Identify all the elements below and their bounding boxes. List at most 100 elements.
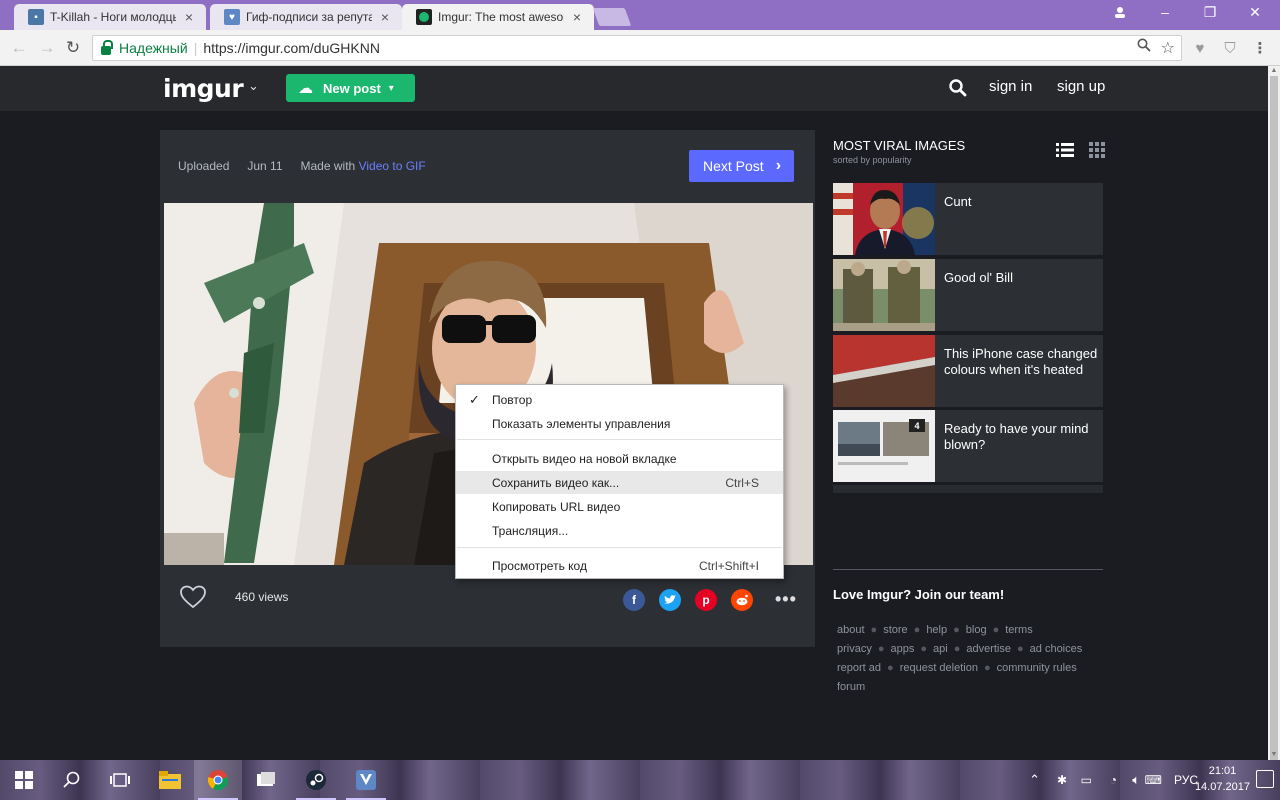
search-icon[interactable] (48, 760, 96, 800)
scroll-down-icon[interactable]: ▼ (1268, 750, 1280, 760)
image-count-badge: 4 (909, 419, 925, 432)
context-item-cast[interactable]: Трансляция... (456, 519, 783, 542)
chevron-up-icon[interactable]: ⌃ (1029, 772, 1040, 788)
omnibox-separator: | (193, 40, 198, 56)
video-to-gif-link[interactable]: Video to GIF (359, 159, 426, 173)
footer-link-community-rules[interactable]: community rules (997, 662, 1077, 674)
user-profile-icon[interactable] (1102, 0, 1138, 24)
page-scrollbar[interactable]: ▲ ▼ (1268, 66, 1280, 766)
viral-card[interactable]: 4 Ready to have your mind blown? (833, 410, 1103, 482)
footer-link-privacy[interactable]: privacy (837, 643, 872, 655)
footer-separator: ● (920, 643, 928, 655)
browser-tab-gif-signatures[interactable]: ♥ Гиф-подписи за репутацию × (210, 4, 402, 30)
bookmark-star-icon[interactable]: ☆ (1161, 38, 1175, 58)
chat-icon: ▪ (28, 9, 44, 25)
scrollbar-thumb[interactable] (1270, 76, 1278, 766)
browser-toolbar: ← → ↻ Надежный | https://imgur.com/duGHK… (0, 30, 1280, 66)
extension-icon[interactable]: ♥ (1190, 38, 1210, 58)
made-with-label: Made with (300, 159, 356, 173)
context-item-inspect[interactable]: Просмотреть код Ctrl+Shift+I (456, 554, 783, 577)
context-item-label: Трансляция... (492, 523, 569, 538)
next-post-button[interactable]: Next Post › (689, 150, 794, 182)
browser-tab-imgur[interactable]: Imgur: The most awesome images on the In… (402, 4, 594, 30)
scroll-up-icon[interactable]: ▲ (1268, 66, 1280, 76)
heart-icon[interactable] (180, 585, 206, 609)
tab-close-icon[interactable]: × (378, 9, 392, 25)
sign-up-link[interactable]: sign up (1057, 78, 1105, 95)
menu-icon[interactable]: ⋮ (1250, 38, 1270, 58)
footer-link-ad-choices[interactable]: ad choices (1030, 643, 1083, 655)
context-item-show-controls[interactable]: Показать элементы управления (456, 412, 783, 435)
forward-icon[interactable]: → (36, 37, 58, 59)
extension-shield-icon[interactable]: ⛉ (1220, 38, 1240, 58)
context-item-label: Показать элементы управления (492, 416, 671, 431)
browser-tab-tkillah[interactable]: ▪ T-Killah - Ноги молодцы × (14, 4, 206, 30)
keyboard-icon[interactable]: ⌨︎ (1145, 773, 1162, 787)
file-explorer-icon[interactable] (146, 760, 194, 800)
viral-thumbnail: 4 (833, 410, 935, 482)
close-window-icon[interactable]: ✕ (1235, 0, 1275, 24)
sign-in-link[interactable]: sign in (989, 78, 1032, 95)
steam-icon[interactable] (292, 760, 340, 800)
context-item-loop[interactable]: ✓ Повтор (456, 388, 783, 411)
footer-link-store[interactable]: store (883, 624, 907, 636)
more-options-icon[interactable]: ••• (775, 589, 797, 610)
grid-view-icon[interactable] (1089, 142, 1105, 158)
chevron-down-icon[interactable]: ⌄ (248, 78, 259, 94)
app-icon[interactable] (242, 760, 290, 800)
network-icon[interactable]: ◔ (1110, 773, 1117, 787)
context-item-shortcut: Ctrl+S (725, 475, 759, 490)
new-tab-button[interactable] (592, 8, 632, 26)
next-post-label: Next Post (703, 158, 764, 174)
footer-link-help[interactable]: help (926, 624, 947, 636)
sidebar-subtitle: sorted by popularity (833, 155, 912, 165)
viral-card[interactable]: Good ol' Bill (833, 259, 1103, 331)
footer-link-request-deletion[interactable]: request deletion (900, 662, 978, 674)
footer-link-apps[interactable]: apps (891, 643, 915, 655)
list-view-icon[interactable] (1056, 142, 1074, 158)
chrome-icon[interactable] (194, 760, 242, 800)
context-item-copy-video-url[interactable]: Копировать URL видео (456, 495, 783, 518)
windows-start-icon[interactable] (0, 760, 48, 800)
system-clock[interactable]: 21:01 14.07.2017 (1195, 763, 1250, 795)
context-item-save-video-as[interactable]: Сохранить видео как... Ctrl+S (456, 471, 783, 494)
footer-separator: ● (913, 624, 921, 636)
join-team-link[interactable]: Love Imgur? Join our team! (833, 587, 1004, 602)
footer-link-forum[interactable]: forum (837, 681, 865, 693)
volume-icon[interactable]: 🔈︎ (1132, 772, 1140, 788)
pinterest-share-icon[interactable]: p (695, 589, 717, 611)
back-icon[interactable]: ← (8, 37, 30, 59)
footer-link-advertise[interactable]: advertise (966, 643, 1011, 655)
address-bar[interactable]: Надежный | https://imgur.com/duGHKNN ☆ (92, 35, 1182, 61)
footer-link-api[interactable]: api (933, 643, 948, 655)
search-icon[interactable] (948, 78, 970, 100)
task-view-icon[interactable] (96, 760, 144, 800)
new-post-button[interactable]: ☁ New post ▾ (286, 74, 415, 102)
bluetooth-icon[interactable]: ✱ (1057, 773, 1067, 787)
footer-link-blog[interactable]: blog (966, 624, 987, 636)
footer-link-report-ad[interactable]: report ad (837, 662, 881, 674)
twitter-share-icon[interactable] (659, 589, 681, 611)
facebook-share-icon[interactable]: f (623, 589, 645, 611)
footer-separator: ● (992, 624, 1000, 636)
viral-card[interactable]: This iPhone case changed colours when it… (833, 335, 1103, 407)
minimize-icon[interactable]: – (1145, 0, 1185, 24)
battery-icon[interactable]: ▭ (1081, 773, 1092, 787)
viral-card-title: This iPhone case changed colours when it… (944, 346, 1098, 377)
restore-icon[interactable]: ❐ (1190, 0, 1230, 24)
viral-card[interactable]: Cunt (833, 183, 1103, 255)
footer-link-terms[interactable]: terms (1005, 624, 1033, 636)
imgur-logo[interactable]: imgur (163, 74, 244, 103)
context-item-open-video-new-tab[interactable]: Открыть видео на новой вкладке (456, 447, 783, 470)
tab-close-icon[interactable]: × (570, 9, 584, 25)
made-with: Made with Video to GIF (301, 159, 426, 173)
shield-app-icon[interactable] (342, 760, 390, 800)
context-item-label: Открыть видео на новой вкладке (492, 451, 677, 466)
reload-icon[interactable]: ↻ (62, 37, 84, 59)
zoom-icon[interactable] (1137, 38, 1151, 58)
footer-link-about[interactable]: about (837, 624, 865, 636)
reddit-share-icon[interactable] (731, 589, 753, 611)
tab-close-icon[interactable]: × (182, 9, 196, 25)
footer-separator: ● (953, 643, 961, 655)
notifications-icon[interactable] (1256, 770, 1274, 788)
